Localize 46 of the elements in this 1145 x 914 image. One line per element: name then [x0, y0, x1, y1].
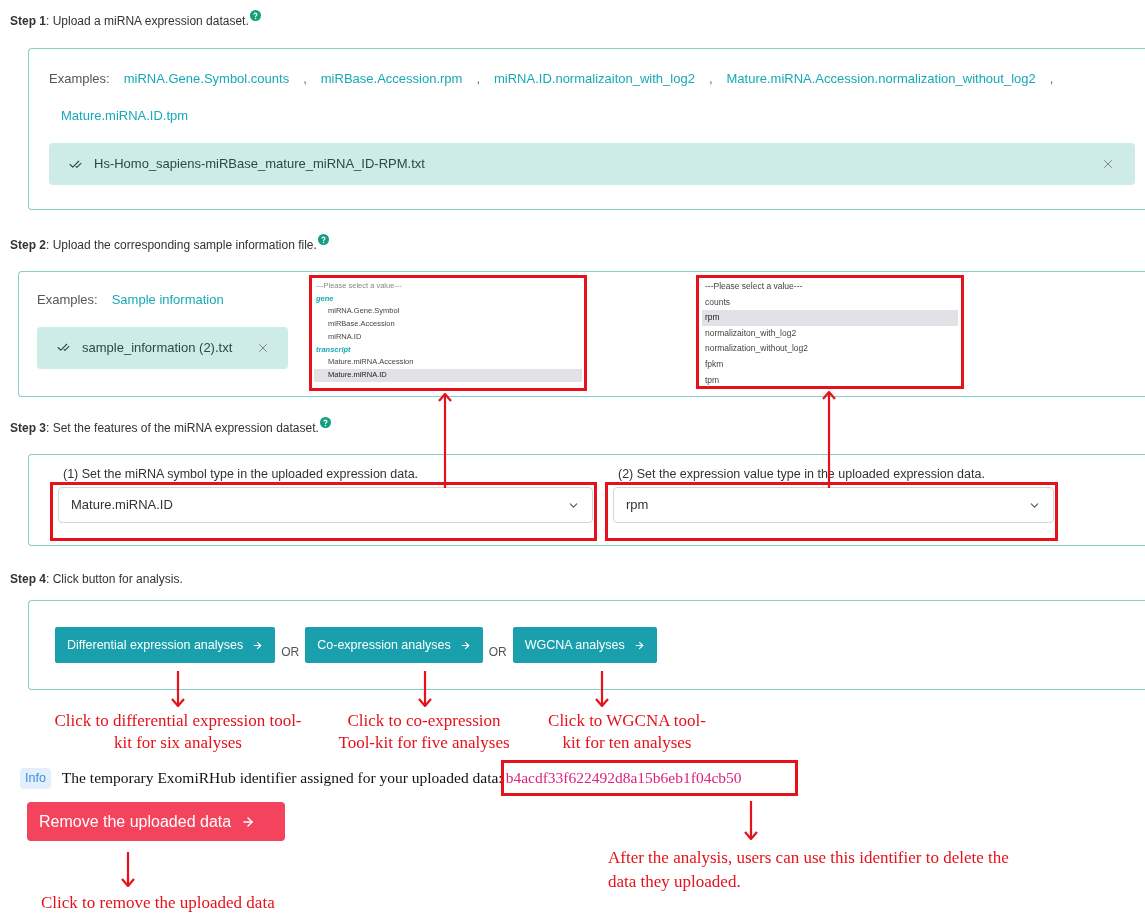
annotation-note: After the analysis, users can use this identifier to delete the data they uploaded. — [608, 847, 1009, 893]
separator: , — [303, 70, 307, 88]
examples-label: Examples: — [37, 291, 98, 309]
step-heading: Step 1: Upload a miRNA expression dataset. — [10, 13, 249, 30]
list-option[interactable]: fpkm — [702, 356, 958, 373]
annotation-note: Click to remove the uploaded data — [41, 893, 275, 913]
annotation-arrow — [595, 671, 609, 707]
select-field[interactable]: rpm — [613, 487, 1054, 523]
annotation-arrow — [744, 801, 758, 840]
arrow-right-icon — [633, 639, 645, 651]
select-field[interactable]: Mature.miRNA.ID — [58, 487, 593, 523]
step-heading: Step 2: Upload the corresponding sample information file. — [10, 237, 317, 254]
file-name: Hs-Homo_sapiens-miRBase_mature_miRNA_ID-RPM.txt — [94, 155, 425, 174]
step-heading: Step 3: Set the features of the miRNA expression dataset. — [10, 420, 319, 437]
separator: , — [708, 70, 713, 88]
annotation-arrow — [171, 671, 185, 707]
separator: , — [1049, 70, 1054, 88]
list-option[interactable]: rpm — [702, 310, 958, 326]
arrow-right-icon — [459, 639, 471, 651]
identifier-text: b4acdf33f622492d8a15b6eb1f04cb50 — [500, 760, 798, 796]
field-label: (1) Set the miRNA symbol type in the uploaded expression data. — [62, 466, 420, 482]
annotation-arrow — [418, 671, 432, 707]
remove-data-button[interactable]: Remove the uploaded data — [27, 802, 285, 841]
or-label: OR — [488, 644, 507, 661]
list-option[interactable]: normalization_without_log2 — [702, 341, 958, 357]
help-icon[interactable] — [319, 417, 331, 428]
annotation-note: Click to differential expression tool- kit for six analyses — [53, 710, 303, 754]
list-option[interactable]: counts — [702, 294, 958, 311]
help-icon[interactable] — [249, 10, 261, 21]
annotation-arrow — [121, 852, 135, 887]
list-prompt-option[interactable]: ---Please select a value--- — [702, 279, 958, 295]
or-label: OR — [281, 644, 300, 661]
file-name: sample_information (2).txt — [82, 338, 233, 357]
arrow-right-icon — [252, 639, 264, 651]
annotation-note: Click to co-expression Tool-kit for five analyses — [337, 710, 511, 754]
step-heading: Step 4: Click button for analysis. — [10, 571, 184, 588]
list-option[interactable]: tpm — [702, 372, 958, 389]
separator: , — [476, 70, 480, 88]
info-text: The temporary ExomiRHub identifier assigned for your uploaded data: — [61, 768, 503, 789]
info-badge: Info — [20, 767, 51, 789]
examples-label: Examples: — [49, 70, 110, 88]
annotation-note: Click to WGCNA tool- kit for ten analyses — [547, 710, 707, 754]
close-icon[interactable] — [1101, 157, 1115, 171]
list-option[interactable]: normalizaiton_with_log2 — [702, 325, 958, 342]
double-check-icon — [57, 341, 70, 354]
help-icon[interactable] — [317, 234, 329, 245]
